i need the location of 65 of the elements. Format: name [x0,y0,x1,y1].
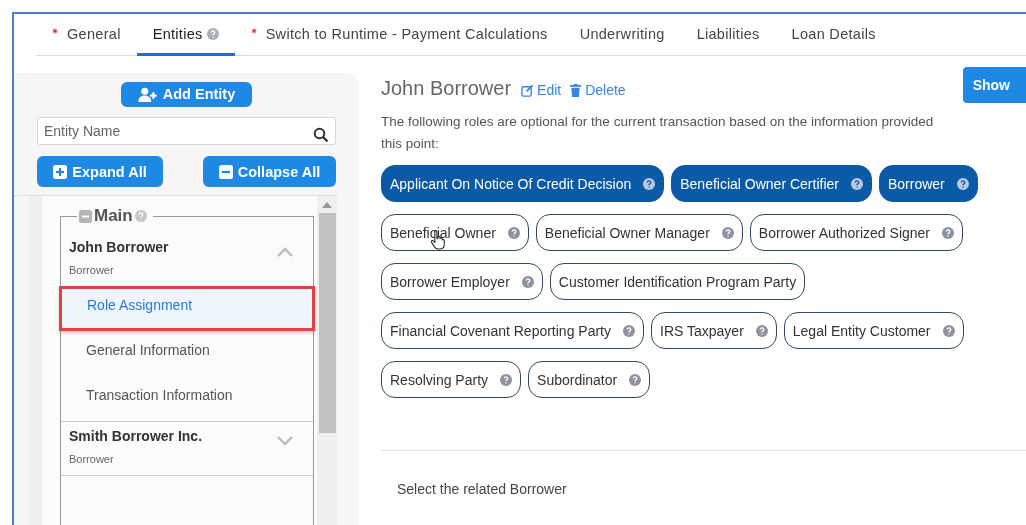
help-icon [850,177,863,190]
add-user-icon [137,86,158,102]
help-icon [623,324,635,337]
required-icon [250,28,257,34]
related-borrower-label: Select the related Borrower [397,481,568,497]
help-icon [206,27,219,40]
tab[interactable]: Switch to Runtime - Payment Calculations [234,14,564,56]
role-chip[interactable]: Beneficial Owner Certifier [671,165,872,202]
role-chip[interactable]: Financial Covenant Reporting Party [381,312,644,349]
tab[interactable]: Liabilities [680,14,776,56]
role-chip[interactable]: Beneficial Owner [381,214,529,251]
show-button[interactable]: Show [962,67,1026,103]
role-chip[interactable]: IRS Taxpayer [651,312,777,349]
edit-icon [521,83,535,97]
entity-type: Borrower [69,453,115,465]
role-chip[interactable]: Beneficial Owner Manager [535,214,743,251]
required-icon [52,28,58,34]
help-icon [643,177,656,190]
role-chip[interactable]: Borrower Employer [381,263,543,300]
description-text: this point: [381,135,440,153]
delete-link[interactable]: Delete [569,82,626,98]
description-text: The following roles are optional for the current transaction based on the information provided [381,113,935,131]
collapse-all-button[interactable]: Collapse All [203,156,336,187]
collapse-icon[interactable] [79,209,92,223]
role-chip[interactable]: Borrower Authorized Signer [749,214,963,251]
entity-name[interactable]: Smith Borrower Inc. [69,428,203,444]
scroll-up-icon[interactable] [322,202,332,208]
help-icon [507,226,520,239]
tab[interactable]: Underwriting [563,14,681,56]
tree-item[interactable]: General Information [61,331,313,376]
role-chip[interactable]: Applicant On Notice Of Credit Decision [381,165,665,202]
help-icon [521,275,534,288]
help-icon [721,226,734,239]
tree-item[interactable]: Role Assignment [59,286,315,331]
help-icon [942,324,955,337]
entity-type: Borrower [69,264,115,276]
help-icon [134,210,147,222]
role-chip[interactable]: Legal Entity Customer [783,312,964,349]
tab[interactable]: Entities [136,14,235,56]
role-chip[interactable]: Customer Identification Program Party [549,263,806,300]
tab[interactable]: Loan Details [775,14,892,56]
help-icon [500,373,513,386]
role-chip[interactable]: Resolving Party [381,361,522,398]
help-icon [755,324,768,337]
search-icon [313,126,329,143]
role-chip[interactable]: Subordinator [528,361,651,398]
role-chip[interactable]: Borrower [878,165,978,202]
expand-all-button[interactable]: Expand All [37,156,163,187]
plus-square-icon [53,164,68,179]
chevron-up-icon[interactable] [277,247,293,257]
search-field[interactable]: Entity Name [37,116,336,145]
scrollbar[interactable] [317,196,337,525]
group-label: Main [94,206,133,226]
help-icon [629,373,642,386]
entity-name[interactable]: John Borrower [69,239,169,255]
tab[interactable]: General [36,14,137,56]
edit-link[interactable]: Edit [521,82,562,98]
chevron-down-icon[interactable] [277,436,293,446]
minus-square-icon [218,164,233,179]
add-entity-button[interactable]: Add Entity [121,82,252,107]
help-icon [956,177,969,190]
tree-item[interactable]: Transaction Information [61,376,313,421]
entity-title: John Borrower [381,76,512,100]
help-icon [942,226,954,239]
trash-icon [569,83,583,97]
